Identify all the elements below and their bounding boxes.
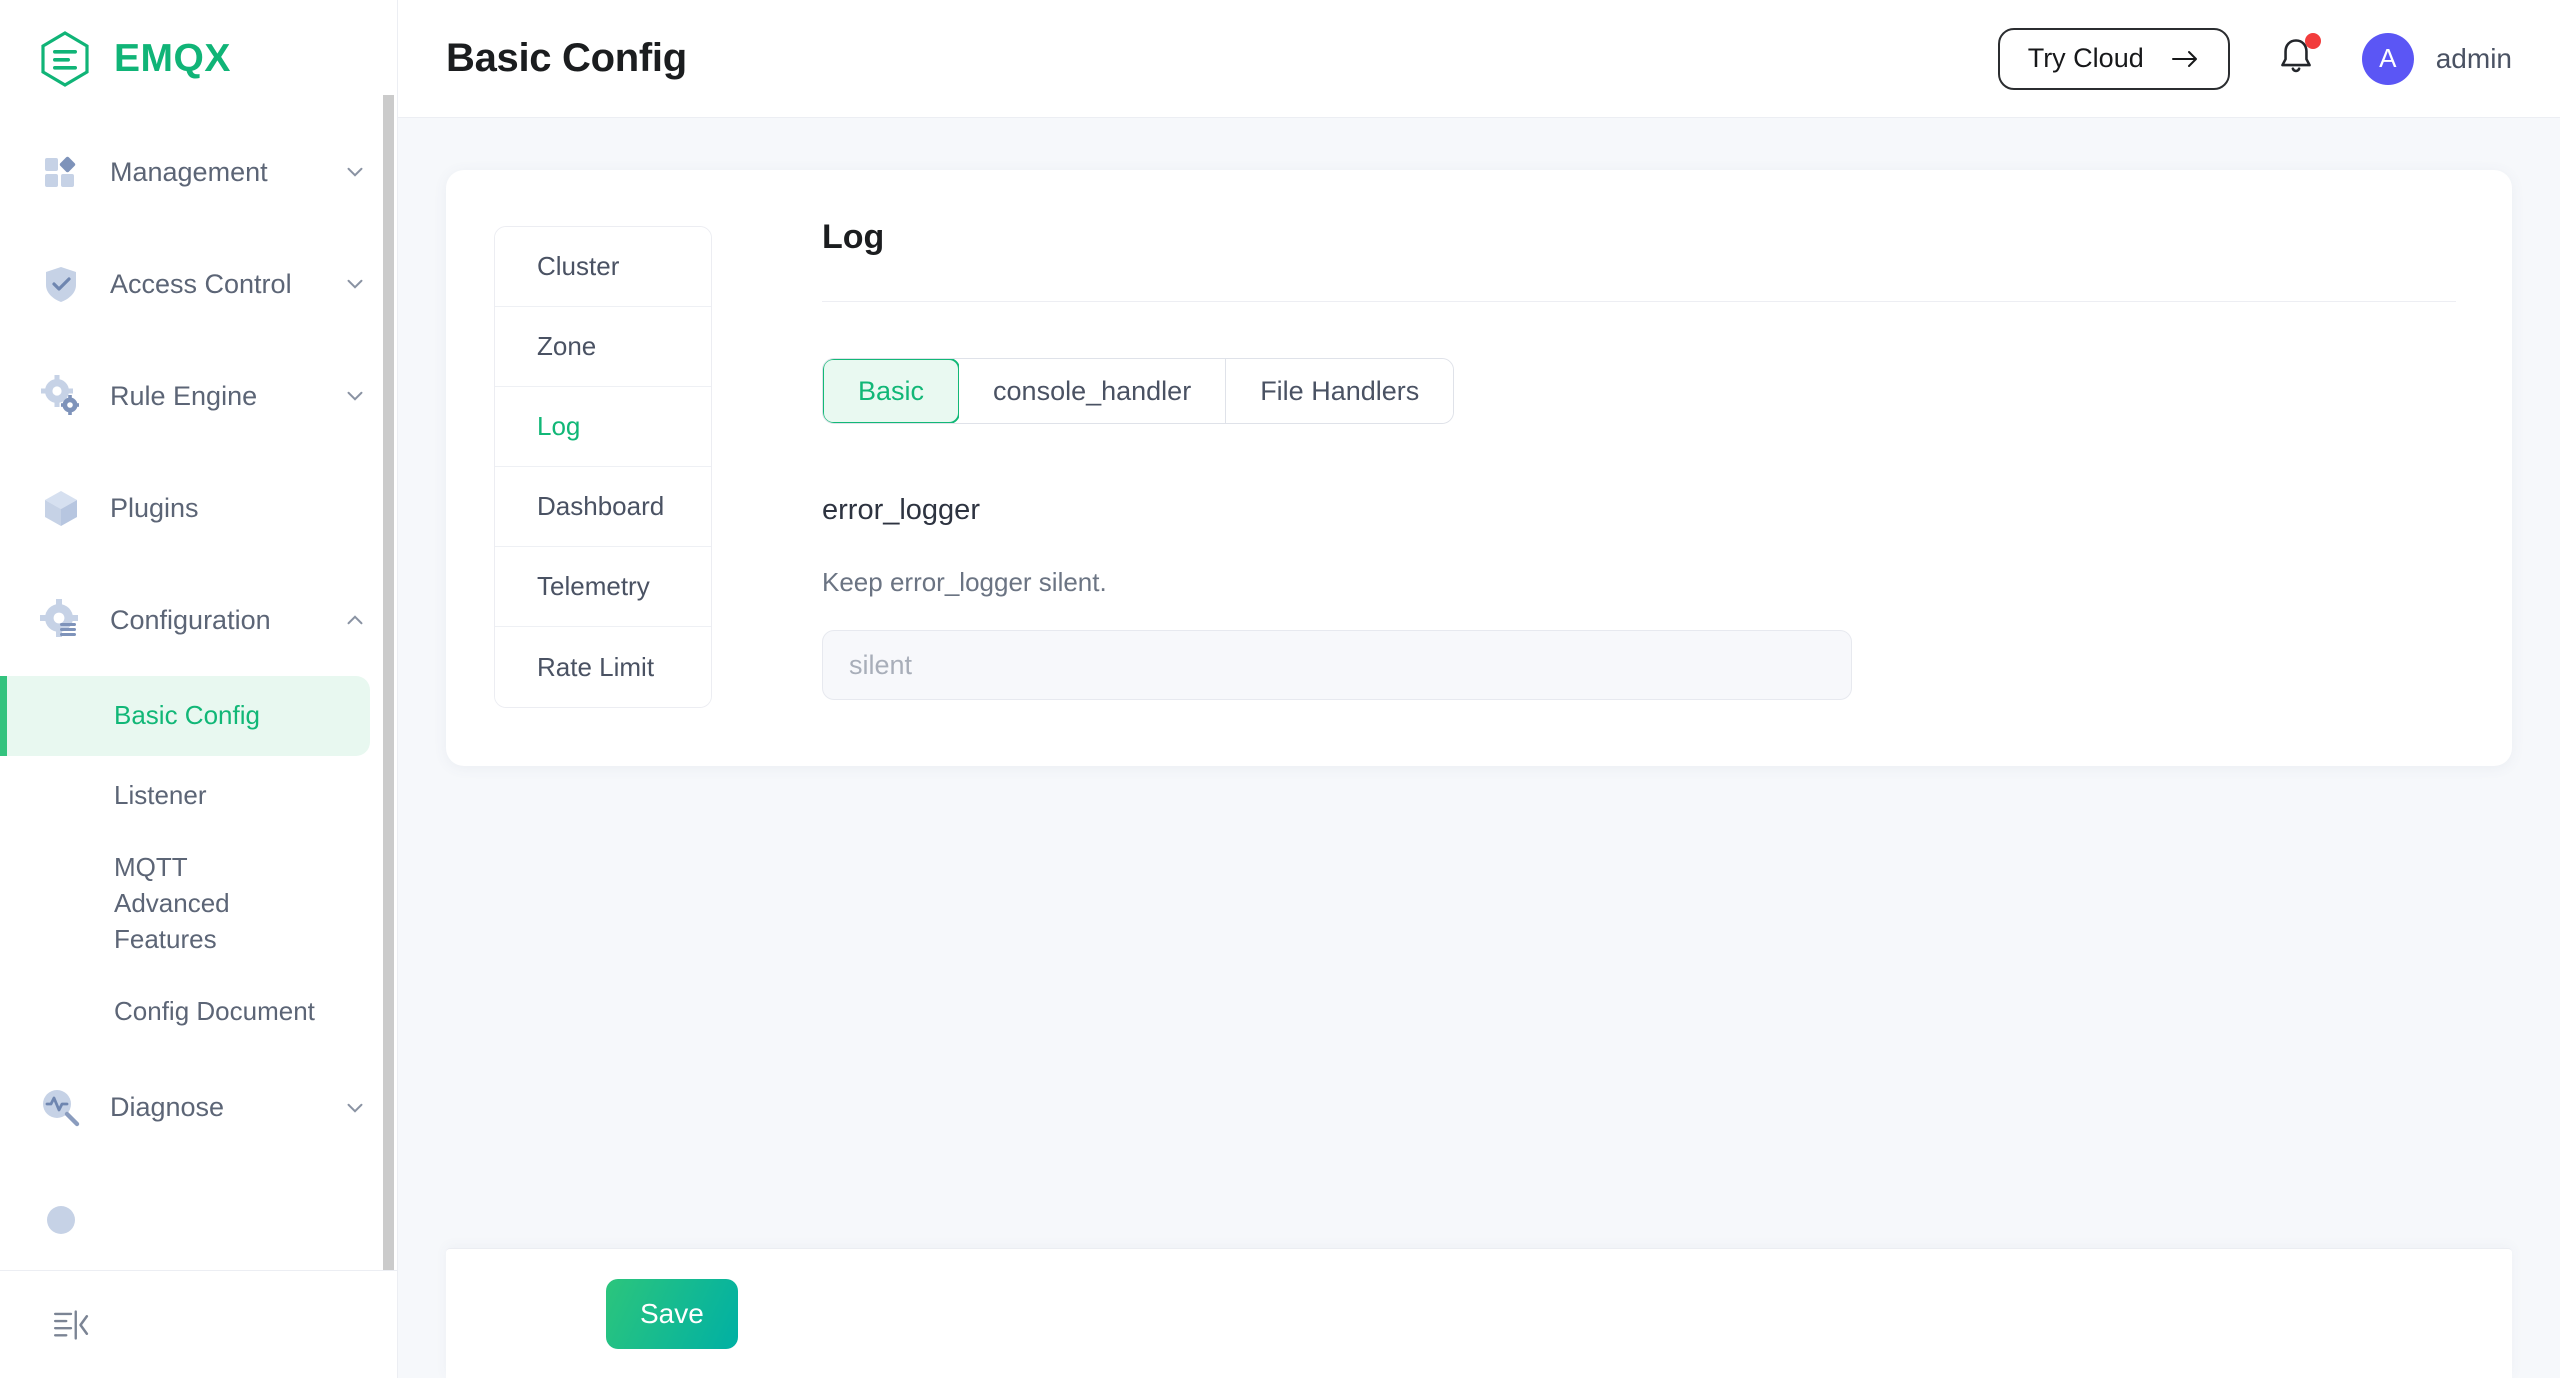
config-item-label: Cluster <box>537 251 620 281</box>
topbar-actions: Try Cloud A admin <box>1997 27 2512 90</box>
notifications-button[interactable] <box>2274 32 2321 83</box>
field-error-logger: error_logger Keep error_logger silent. <box>822 494 2456 700</box>
sidebar-item-diagnose[interactable]: Diagnose <box>0 1052 397 1164</box>
collapse-sidebar-icon[interactable] <box>52 1306 90 1344</box>
sidebar-item-basic-config[interactable]: Basic Config <box>0 676 370 756</box>
config-item-telemetry[interactable]: Telemetry <box>495 547 711 627</box>
diagnose-pulse-search-icon <box>43 1089 80 1126</box>
sidebar-item-listener[interactable]: Listener <box>0 756 397 836</box>
chevron-up-icon <box>347 615 363 625</box>
tab-file-handlers[interactable]: File Handlers <box>1226 359 1454 423</box>
topbar: Basic Config Try Cloud A admin <box>398 0 2560 118</box>
app-root: EMQX Monitoring <box>0 0 2560 1378</box>
config-item-rate-limit[interactable]: Rate Limit <box>495 627 711 707</box>
config-item-label: Rate Limit <box>537 651 655 682</box>
avatar: A <box>2361 32 2414 85</box>
tab-label: Basic <box>858 375 925 406</box>
brand-name: EMQX <box>114 37 231 80</box>
cube-icon <box>45 491 77 526</box>
error-logger-input[interactable] <box>822 630 1852 700</box>
config-item-label: Dashboard <box>537 491 665 521</box>
tab-console-handler[interactable]: console_handler <box>959 359 1227 423</box>
chevron-down-icon <box>347 279 363 289</box>
chevron-down-icon <box>347 167 363 177</box>
sidebar-item-config-document[interactable]: Config Document <box>0 972 397 1052</box>
config-item-label: Zone <box>537 331 597 361</box>
gear-list-icon <box>40 599 78 637</box>
try-cloud-label: Try Cloud <box>2027 43 2144 73</box>
log-settings-panel: Log Basic console_handler File Handlers <box>712 218 2456 708</box>
sidebar-nav-scroll: Monitoring Management <box>0 118 397 1270</box>
sidebar-item-rule-engine[interactable]: Rule Engine <box>0 340 397 452</box>
sidebar-item-access-control[interactable]: Access Control <box>0 228 397 340</box>
chevron-down-icon <box>347 1103 363 1113</box>
sidebar-scrollbar[interactable] <box>383 95 394 1291</box>
field-hint: Keep error_logger silent. <box>822 567 1107 597</box>
sidebar-subitem-label: Config Document <box>114 995 315 1026</box>
field-label: error_logger <box>822 494 980 526</box>
tab-label: console_handler <box>993 375 1192 406</box>
config-item-label: Log <box>537 411 581 441</box>
config-item-dashboard[interactable]: Dashboard <box>495 467 711 547</box>
config-item-zone[interactable]: Zone <box>495 307 711 387</box>
sidebar-item-label: Access Control <box>110 268 292 299</box>
panel-divider <box>822 301 2456 302</box>
sidebar-item-management[interactable]: Management <box>0 118 397 228</box>
sidebar-item-plugins[interactable]: Plugins <box>0 452 397 564</box>
notification-badge <box>2304 32 2321 49</box>
content-scroll: Cluster Zone Log Dashboard Telemetry Rat… <box>398 118 2560 1378</box>
sidebar-subitem-label: Basic Config <box>114 700 260 731</box>
arrow-right-icon <box>2171 50 2197 67</box>
sidebar-item-label: Management <box>110 156 268 187</box>
panel-title: Log <box>822 218 885 256</box>
log-tabs: Basic console_handler File Handlers <box>822 358 1455 424</box>
sidebar-item-label: Plugins <box>110 492 199 523</box>
sidebar-subitem-label: MQTT Advanced Features <box>114 852 230 954</box>
partial-nav-icon <box>47 1205 75 1234</box>
basic-config-card: Cluster Zone Log Dashboard Telemetry Rat… <box>446 170 2512 766</box>
user-name: admin <box>2435 42 2512 74</box>
sidebar-item-mqtt-advanced-features[interactable]: MQTT Advanced Features <box>0 836 397 972</box>
sidebar-item-label: Rule Engine <box>110 380 258 411</box>
sidebar-item-label: Diagnose <box>110 1092 225 1123</box>
try-cloud-button[interactable]: Try Cloud <box>1997 27 2230 90</box>
sidebar-item-label: Configuration <box>110 604 271 635</box>
shield-check-icon <box>46 267 76 302</box>
config-item-log[interactable]: Log <box>495 387 711 467</box>
sidebar-subitem-label: Listener <box>114 780 207 811</box>
gears-icon <box>41 375 79 415</box>
sidebar-footer <box>0 1270 397 1378</box>
sidebar-item-next-partial[interactable] <box>0 1164 397 1270</box>
tab-label: File Handlers <box>1260 375 1420 406</box>
config-item-cluster[interactable]: Cluster <box>495 227 711 307</box>
save-button[interactable]: Save <box>606 1278 738 1349</box>
emqx-hexagon-logo-icon <box>41 31 89 87</box>
sidebar: EMQX Monitoring <box>0 0 398 1378</box>
save-bar: Save <box>446 1248 2512 1378</box>
user-menu[interactable]: A admin <box>2361 32 2512 85</box>
brand-logo[interactable]: EMQX <box>0 0 397 118</box>
config-item-label: Telemetry <box>537 571 650 601</box>
page-title: Basic Config <box>446 36 687 80</box>
sidebar-item-configuration[interactable]: Configuration <box>0 564 397 676</box>
tab-basic[interactable]: Basic <box>823 359 961 423</box>
chevron-down-icon <box>347 391 363 401</box>
management-grid-icon <box>45 156 76 187</box>
main-area: Basic Config Try Cloud A admin Cluster Z… <box>398 0 2560 1378</box>
config-section-list: Cluster Zone Log Dashboard Telemetry Rat… <box>494 226 712 708</box>
